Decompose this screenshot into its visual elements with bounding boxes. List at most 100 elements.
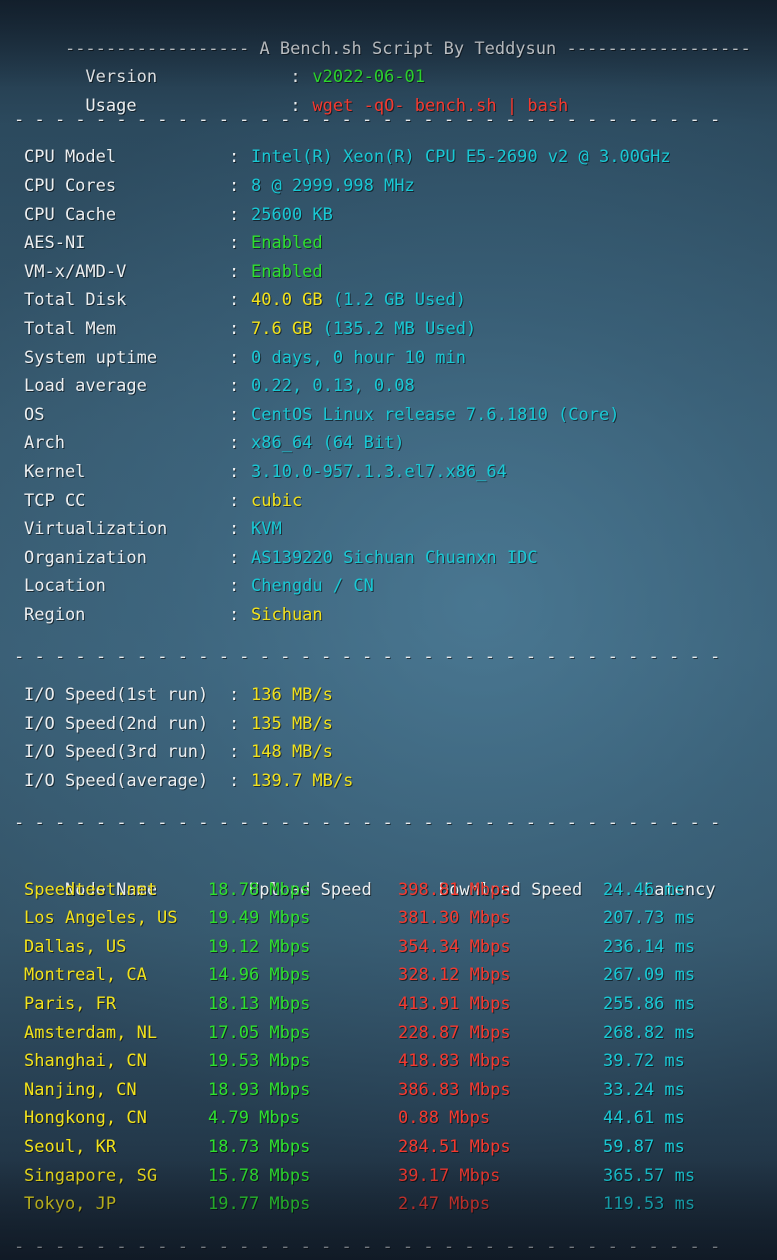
info-label: TCP CC	[24, 490, 86, 511]
cell-node-name: Los Angeles, US	[24, 908, 178, 929]
system-info-row: Kernel:3.10.0-957.1.3.el7.x86_64	[0, 458, 777, 487]
info-label: CPU Cores	[24, 175, 117, 196]
system-info-row: TCP CC: cubic	[0, 487, 777, 516]
cell-download-speed: 418.83 Mbps	[398, 1051, 511, 1072]
info-label: Location	[24, 576, 106, 597]
info-colon: :	[229, 433, 240, 454]
info-label: Arch	[24, 433, 65, 454]
io-speed-row: I/O Speed(2nd run):135 MB/s	[0, 710, 777, 739]
system-info-row: CPU Cores:8 @ 2999.998 MHz	[0, 172, 777, 201]
cell-node-name: Montreal, CA	[24, 965, 147, 986]
cell-upload-speed: 19.53 Mbps	[208, 1051, 311, 1072]
system-info-row: OS: CentOS Linux release 7.6.1810 (Core)	[0, 401, 777, 430]
table-row: Paris, FR 18.13 Mbps 413.91 Mbps 255.86 ms	[0, 990, 777, 1019]
info-label: I/O Speed(average)	[24, 770, 209, 791]
cell-latency: 207.73 ms	[603, 908, 696, 929]
table-row: Dallas, US 19.12 Mbps 354.34 Mbps 236.14 ms	[0, 933, 777, 962]
cell-upload-speed: 19.77 Mbps	[208, 1194, 311, 1215]
separator-4: - - - - - - - - - - - - - - - - - - - - …	[14, 1236, 721, 1257]
cell-download-speed: 39.17 Mbps	[398, 1165, 501, 1186]
cell-node-name: Speedtest.net	[24, 879, 158, 900]
cell-download-speed: 386.83 Mbps	[398, 1079, 511, 1100]
info-value: v2022-06-01	[312, 67, 426, 88]
system-info-row: Load average:0.22, 0.13, 0.08	[0, 372, 777, 401]
info-colon: :	[229, 742, 240, 763]
info-value-extra: (1.2 GB Used)	[322, 290, 466, 311]
io-speed-row: I/O Speed(1st run):136 MB/s	[0, 681, 777, 710]
info-colon: :	[229, 376, 240, 397]
info-value: 135 MB/s	[251, 713, 333, 734]
info-value: 148 MB/s	[251, 742, 333, 763]
cell-download-speed: 284.51 Mbps	[398, 1136, 511, 1157]
table-row: Nanjing, CN 18.93 Mbps 386.83 Mbps 33.24 ms	[0, 1076, 777, 1105]
info-colon: :	[229, 713, 240, 734]
info-value: Enabled	[251, 233, 323, 254]
info-label: System uptime	[24, 347, 158, 368]
cell-upload-speed: 18.78 Mbps	[208, 879, 311, 900]
table-row: Seoul, KR 18.73 Mbps 284.51 Mbps 59.87 ms	[0, 1133, 777, 1162]
cell-download-speed: 2.47 Mbps	[398, 1194, 491, 1215]
cell-latency: 39.72 ms	[603, 1051, 685, 1072]
info-label: Organization	[24, 547, 147, 568]
table-row: Montreal, CA 14.96 Mbps 328.12 Mbps 267.09 …	[0, 961, 777, 990]
info-label: CPU Cache	[24, 204, 117, 225]
cell-latency: 255.86 ms	[603, 994, 696, 1014]
cell-latency: 267.09 ms	[603, 965, 696, 986]
cell-latency: 365.57 ms	[603, 1165, 696, 1186]
info-label: Region	[24, 604, 86, 625]
cell-latency: 33.24 ms	[603, 1079, 685, 1100]
cell-latency: 119.53 ms	[603, 1194, 696, 1215]
cell-node-name: Dallas, US	[24, 936, 127, 957]
separator-1: - - - - - - - - - - - - - - - - - - - - …	[14, 109, 721, 130]
cell-download-speed: 0.88 Mbps	[398, 1108, 491, 1129]
script-title-line: ------------------ A Bench.sh Script By …	[0, 6, 777, 59]
info-value: Sichuan	[251, 604, 323, 625]
system-info-row: Arch: x86_64 (64 Bit)	[0, 429, 777, 458]
table-row: Singapore, SG 15.78 Mbps 39.17 Mbps 365.57 …	[0, 1162, 777, 1191]
info-colon: :	[229, 519, 240, 540]
info-value: 136 MB/s	[251, 685, 333, 706]
system-info-row: Virtualization: KVM	[0, 515, 777, 544]
info-value: 8 @ 2999.998 MHz	[251, 175, 415, 196]
info-colon: :	[290, 67, 301, 88]
info-label: I/O Speed(1st run)	[24, 685, 209, 706]
info-value: Intel(R) Xeon(R) CPU E5-2690 v2 @ 3.00GH…	[251, 147, 671, 168]
info-value: cubic	[251, 490, 303, 511]
cell-upload-speed: 4.79 Mbps	[208, 1108, 301, 1129]
info-value: KVM	[251, 519, 282, 540]
info-value: 0.22, 0.13, 0.08	[251, 376, 415, 397]
system-info-row: Total Disk:40.0 GB (1.2 GB Used)	[0, 286, 777, 315]
io-speed-section: I/O Speed(1st run):136 MB/s I/O Speed(2nd…	[0, 681, 777, 795]
info-colon: :	[229, 147, 240, 168]
info-label: I/O Speed(2nd run)	[24, 713, 209, 734]
cell-download-speed: 398.81 Mbps	[398, 879, 511, 900]
cell-upload-speed: 18.13 Mbps	[208, 994, 311, 1014]
cell-node-name: Tokyo, JP	[24, 1194, 117, 1215]
info-colon: :	[229, 576, 240, 597]
system-info-row: Region: Sichuan	[0, 601, 777, 630]
system-info-row: Total Mem:7.6 GB (135.2 MB Used)	[0, 315, 777, 344]
info-value: 7.6 GB	[251, 318, 313, 339]
cell-latency: 44.61 ms	[603, 1108, 685, 1129]
cell-node-name: Singapore, SG	[24, 1165, 158, 1186]
info-colon: :	[229, 347, 240, 368]
info-label: Virtualization	[24, 519, 168, 540]
cell-download-speed: 228.87 Mbps	[398, 1022, 511, 1043]
info-label: Version	[85, 67, 158, 88]
system-info-row: VM-x/AMD-V: Enabled	[0, 258, 777, 287]
speedtest-header-row: Node Name Upload Speed Download Speed Laten…	[0, 847, 777, 900]
info-value: 40.0 GB	[251, 290, 323, 311]
cell-latency: 24.46 ms	[603, 879, 685, 900]
info-colon: :	[229, 604, 240, 625]
info-colon: :	[229, 490, 240, 511]
info-label: I/O Speed(3rd run)	[24, 742, 209, 763]
info-label: Kernel	[24, 461, 86, 482]
io-speed-row: I/O Speed(3rd run):148 MB/s	[0, 738, 777, 767]
info-colon: :	[229, 233, 240, 254]
cell-node-name: Shanghai, CN	[24, 1051, 147, 1072]
system-info-section: CPU Model: Intel(R) Xeon(R) CPU E5-2690 v…	[0, 143, 777, 629]
cell-download-speed: 413.91 Mbps	[398, 994, 511, 1014]
